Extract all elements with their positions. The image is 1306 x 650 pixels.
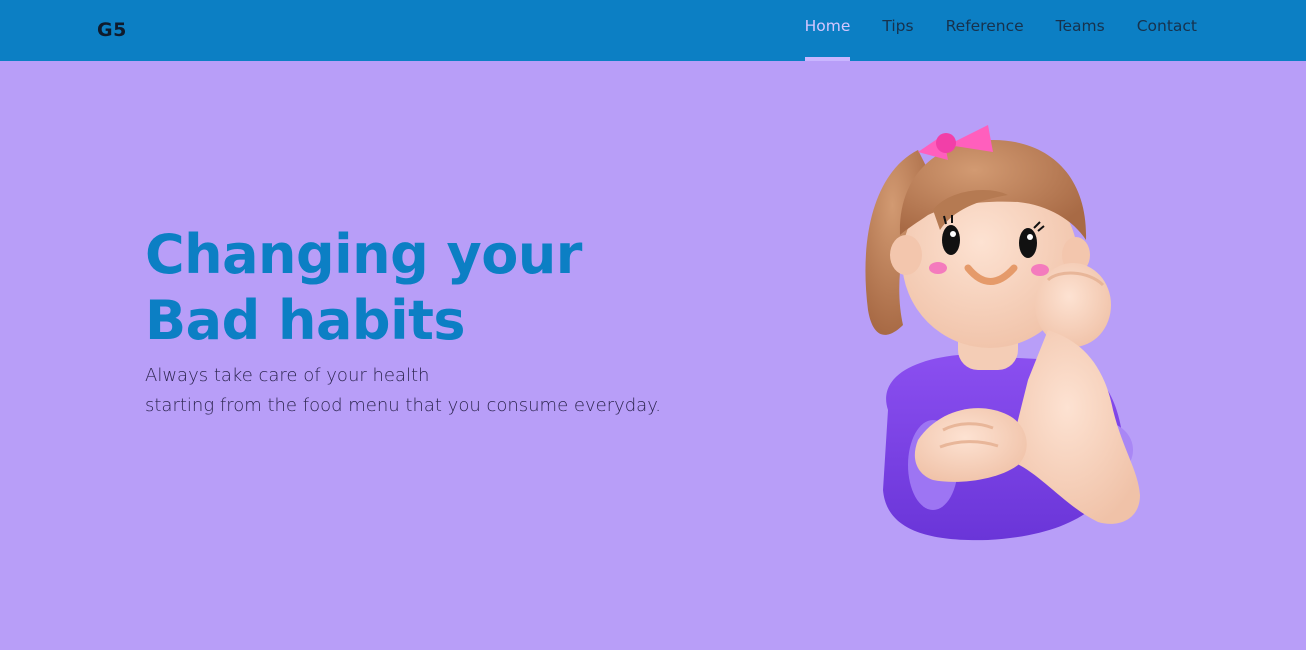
nav-item-tips[interactable]: Tips — [882, 0, 913, 61]
hero-subtitle-line-2: starting from the food menu that you con… — [145, 395, 662, 416]
nav-item-teams[interactable]: Teams — [1056, 0, 1105, 61]
girl-flexing-illustration — [865, 125, 1140, 541]
hero-subtitle: Always take care of your health starting… — [145, 361, 661, 421]
brand-logo[interactable]: G5 — [97, 19, 127, 41]
hero-title-line-1: Changing your — [145, 223, 582, 286]
hero-title-line-2: Bad habits — [145, 289, 466, 352]
main-nav: Home Tips Reference Teams Contact — [773, 0, 1197, 61]
nav-item-reference[interactable]: Reference — [946, 0, 1024, 61]
hero-subtitle-line-1: Always take care of your health — [145, 365, 430, 386]
top-navbar: G5 Home Tips Reference Teams Contact — [0, 0, 1306, 61]
nav-item-contact[interactable]: Contact — [1137, 0, 1197, 61]
hero-title: Changing your Bad habits — [145, 222, 582, 354]
nav-item-home[interactable]: Home — [804, 0, 850, 61]
